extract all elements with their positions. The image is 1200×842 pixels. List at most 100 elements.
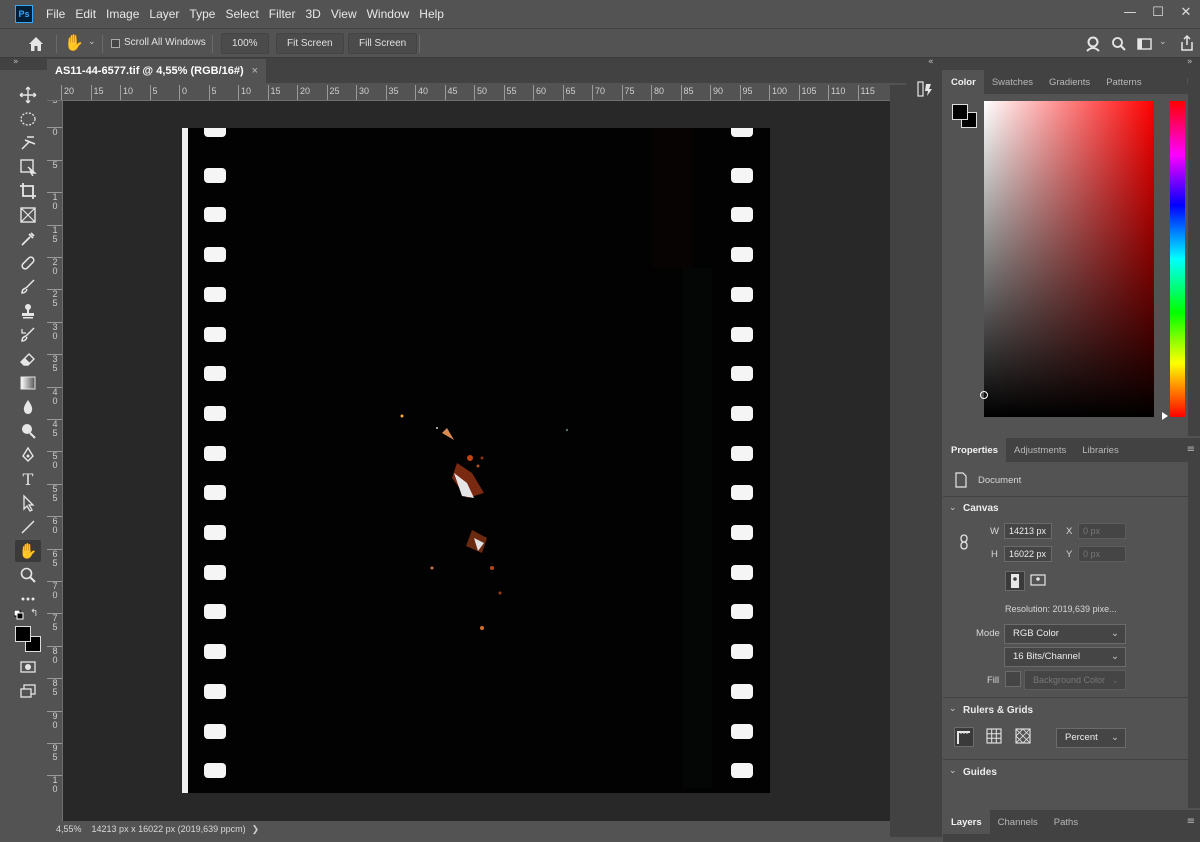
maximize-button[interactable]: ☐ <box>1144 0 1172 24</box>
move-tool-icon[interactable] <box>15 84 41 106</box>
minimize-button[interactable]: — <box>1116 0 1144 24</box>
tab-paths[interactable]: Paths <box>1046 810 1086 834</box>
learn-user-icon[interactable] <box>1084 35 1102 53</box>
bit-depth-select[interactable]: 16 Bits/Channel ⌄ <box>1004 647 1126 667</box>
pen-tool-icon[interactable] <box>15 444 41 466</box>
portrait-orientation-button[interactable] <box>1005 571 1025 591</box>
pixel-grid-toggle-icon[interactable] <box>1014 727 1034 747</box>
grid-toggle-icon[interactable] <box>985 727 1005 747</box>
tab-layers[interactable]: Layers <box>943 810 990 834</box>
expand-panels-icon[interactable]: » <box>1187 57 1193 67</box>
line-tool-icon[interactable] <box>15 516 41 538</box>
horizontal-ruler[interactable]: 20 15 10 5 0 5 10 15 20 25 30 35 40 45 50 55 60 65 70 75 80 8… <box>47 85 890 101</box>
type-tool-icon[interactable]: T <box>15 468 41 490</box>
color-swatches-icon[interactable] <box>15 626 43 652</box>
y-field[interactable]: 0 px <box>1078 546 1126 562</box>
fit-screen-button[interactable]: Fit Screen <box>276 33 344 54</box>
eyedropper-tool-icon[interactable] <box>15 228 41 250</box>
ruler-toggle-icon[interactable] <box>954 727 974 747</box>
history-panel-icon[interactable] <box>916 80 934 98</box>
menu-window[interactable]: Window <box>362 7 415 21</box>
ruler-units-select[interactable]: Percent ⌄ <box>1056 728 1126 748</box>
panel-scrollbar[interactable] <box>1188 462 1200 808</box>
fill-select[interactable]: Background Color ⌄ <box>1024 670 1126 690</box>
x-field[interactable]: 0 px <box>1078 523 1126 539</box>
search-icon[interactable] <box>1110 35 1128 53</box>
tab-gradients[interactable]: Gradients <box>1041 70 1098 94</box>
lasso-tool-icon[interactable] <box>15 108 41 130</box>
foreground-color-swatch[interactable] <box>15 626 31 642</box>
panel-menu-icon[interactable]: ≡ <box>1187 816 1195 827</box>
tab-color[interactable]: Color <box>943 70 984 94</box>
guides-section-title[interactable]: Guides <box>963 767 997 778</box>
menu-edit[interactable]: Edit <box>70 7 101 21</box>
tab-adjustments[interactable]: Adjustments <box>1006 438 1074 462</box>
dodge-tool-icon[interactable] <box>15 420 41 442</box>
mode-select[interactable]: RGB Color ⌄ <box>1004 624 1126 644</box>
panel-menu-icon[interactable]: ≡ <box>1187 444 1195 455</box>
menu-help[interactable]: Help <box>414 7 449 21</box>
menu-view[interactable]: View <box>326 7 362 21</box>
status-menu-arrow[interactable]: ❯ <box>252 824 260 835</box>
menu-filter[interactable]: Filter <box>264 7 301 21</box>
link-icon[interactable] <box>958 534 970 550</box>
menu-3d[interactable]: 3D <box>300 7 325 21</box>
close-tab-icon[interactable]: × <box>252 65 258 77</box>
chevron-down-icon[interactable]: ⌄ <box>949 503 957 513</box>
close-window-button[interactable]: ✕ <box>1172 0 1200 24</box>
document-image[interactable] <box>182 128 770 793</box>
eraser-tool-icon[interactable] <box>15 348 41 370</box>
fill-screen-button[interactable]: Fill Screen <box>348 33 418 54</box>
swap-colors-icon[interactable]: ↰ <box>30 608 38 619</box>
rulers-grids-section-title[interactable]: Rulers & Grids <box>963 705 1033 716</box>
vertical-scrollbar[interactable] <box>890 85 906 837</box>
more-tools-icon[interactable] <box>15 588 41 610</box>
color-picker-handle[interactable] <box>980 391 988 399</box>
menu-select[interactable]: Select <box>220 7 263 21</box>
collapse-panels-icon[interactable]: « <box>928 57 934 67</box>
zoom-100-button[interactable]: 100% <box>221 33 269 54</box>
hand-tool-preset-icon[interactable]: ✋ <box>64 33 84 55</box>
vertical-ruler[interactable]: 5051015202530354045505560657075808590951… <box>47 101 63 821</box>
tab-libraries[interactable]: Libraries <box>1074 438 1126 462</box>
canvas-section-title[interactable]: Canvas <box>963 503 999 514</box>
landscape-orientation-button[interactable] <box>1029 571 1049 591</box>
tab-channels[interactable]: Channels <box>990 810 1046 834</box>
quick-mask-icon[interactable] <box>15 656 41 678</box>
hand-tool-icon[interactable]: ✋ <box>15 540 41 562</box>
healing-brush-tool-icon[interactable] <box>15 252 41 274</box>
hue-slider-handle[interactable] <box>1162 412 1168 420</box>
clone-stamp-tool-icon[interactable] <box>15 300 41 322</box>
foreground-color-swatch[interactable] <box>952 104 968 120</box>
screen-mode-icon[interactable] <box>15 680 41 702</box>
zoom-level[interactable]: 4,55% <box>56 824 82 834</box>
expand-toolbar-icon[interactable]: » <box>13 57 19 67</box>
height-field[interactable]: 16022 px <box>1004 546 1052 562</box>
tab-swatches[interactable]: Swatches <box>984 70 1041 94</box>
share-icon[interactable] <box>1178 34 1196 52</box>
menu-file[interactable]: File <box>41 7 70 21</box>
workspace-icon[interactable] <box>1136 36 1154 52</box>
chevron-down-icon[interactable]: ⌄ <box>949 766 957 776</box>
menu-type[interactable]: Type <box>184 7 220 21</box>
color-field[interactable] <box>980 101 1154 417</box>
default-colors-icon[interactable] <box>13 609 26 620</box>
brush-tool-icon[interactable] <box>15 276 41 298</box>
history-brush-tool-icon[interactable] <box>15 324 41 346</box>
chevron-down-icon[interactable]: ⌄ <box>88 37 96 47</box>
blur-tool-icon[interactable] <box>15 396 41 418</box>
hue-slider[interactable] <box>1170 101 1185 417</box>
zoom-tool-icon[interactable] <box>15 564 41 586</box>
object-selection-tool-icon[interactable] <box>15 156 41 178</box>
scroll-all-windows-checkbox[interactable] <box>111 39 120 48</box>
menu-layer[interactable]: Layer <box>144 7 184 21</box>
path-selection-tool-icon[interactable] <box>15 492 41 514</box>
tab-properties[interactable]: Properties <box>943 438 1006 462</box>
home-icon[interactable] <box>26 34 46 54</box>
chevron-down-icon[interactable]: ⌄ <box>949 704 957 714</box>
fill-color-swatch[interactable] <box>1005 671 1021 687</box>
gradient-tool-icon[interactable] <box>15 372 41 394</box>
panel-scrollbar[interactable] <box>1188 70 1200 436</box>
crop-tool-icon[interactable] <box>15 180 41 202</box>
quick-selection-tool-icon[interactable] <box>15 132 41 154</box>
